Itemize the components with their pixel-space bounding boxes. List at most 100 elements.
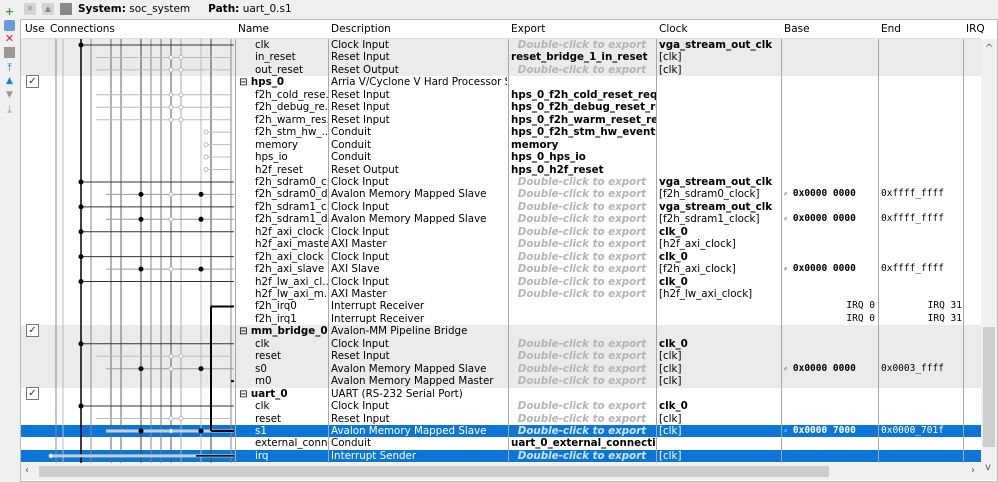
end-address[interactable]: 0xffff_ffff: [881, 213, 963, 225]
export-placeholder[interactable]: Double-click to export: [509, 425, 655, 437]
export-value[interactable]: memory: [511, 139, 656, 151]
collapse-icon[interactable]: ⊟: [239, 325, 251, 337]
clock-value[interactable]: clk_0: [659, 276, 781, 288]
move-down-icon[interactable]: ▼: [4, 90, 15, 101]
clock-value[interactable]: [clk]: [659, 51, 781, 63]
export-placeholder[interactable]: Double-click to export: [509, 251, 655, 263]
col-divider: [963, 39, 964, 463]
add-icon[interactable]: +: [4, 6, 15, 17]
end-address[interactable]: 0xffff_ffff: [881, 188, 963, 200]
base-address[interactable]: ⸗ 0x0000 7000: [784, 425, 878, 437]
base-address[interactable]: ⸗ 0x0000 0000: [784, 188, 878, 200]
export-placeholder[interactable]: Double-click to export: [509, 213, 655, 225]
clock-value[interactable]: [f2h_sdram0_clock]: [659, 188, 781, 200]
use-checkbox[interactable]: ✓: [26, 386, 39, 400]
remove-icon[interactable]: ✕: [4, 33, 15, 44]
clock-value[interactable]: [clk]: [659, 363, 781, 375]
clock-value[interactable]: vga_stream_out_clk: [659, 176, 781, 188]
export-placeholder[interactable]: Double-click to export: [509, 39, 655, 51]
export-placeholder[interactable]: Double-click to export: [509, 238, 655, 250]
col-base[interactable]: Base: [784, 23, 810, 35]
export-placeholder[interactable]: Double-click to export: [509, 413, 655, 425]
description: Clock Input: [331, 175, 389, 188]
clock-value[interactable]: [h2f_axi_clock]: [659, 238, 781, 250]
export-placeholder[interactable]: Double-click to export: [509, 338, 655, 350]
export-value[interactable]: uart_0_external_connection: [511, 437, 656, 449]
export-placeholder[interactable]: Double-click to export: [509, 276, 655, 288]
maximize-icon[interactable]: ▲: [42, 3, 54, 15]
interface-name: f2h_sdram0_d...: [255, 188, 329, 201]
export-placeholder[interactable]: Double-click to export: [509, 226, 655, 238]
export-placeholder[interactable]: Double-click to export: [509, 64, 655, 76]
add-connection-icon[interactable]: [4, 20, 15, 31]
scroll-left-icon[interactable]: ‹: [25, 465, 29, 476]
clock-value[interactable]: [clk]: [659, 64, 781, 76]
export-value[interactable]: hps_0_h2f_reset: [511, 164, 656, 176]
export-value[interactable]: hps_0_f2h_stm_hw_events: [511, 126, 656, 138]
col-name[interactable]: Name: [238, 23, 269, 35]
export-placeholder[interactable]: Double-click to export: [509, 400, 655, 412]
export-value[interactable]: hps_0_f2h_warm_reset_req: [511, 114, 656, 126]
export-placeholder[interactable]: Double-click to export: [509, 450, 655, 462]
clock-value[interactable]: [clk]: [659, 413, 781, 425]
use-checkbox[interactable]: ✓: [26, 324, 39, 338]
clock-value[interactable]: vga_stream_out_clk: [659, 201, 781, 213]
export-placeholder[interactable]: Double-click to export: [509, 188, 655, 200]
col-end[interactable]: End: [881, 23, 901, 35]
export-value[interactable]: hps_0_f2h_cold_reset_req: [511, 89, 656, 101]
export-placeholder[interactable]: Double-click to export: [509, 375, 655, 387]
end-address[interactable]: 0x0003_ffff: [881, 363, 963, 375]
end-address[interactable]: 0x0000_701f: [881, 425, 963, 437]
description: Clock Input: [331, 400, 389, 413]
base-address[interactable]: ⸗ 0x0000 0000: [784, 213, 878, 225]
export-placeholder[interactable]: Double-click to export: [509, 363, 655, 375]
export-placeholder[interactable]: Double-click to export: [509, 350, 655, 362]
clock-value[interactable]: [clk]: [659, 425, 781, 437]
connections-graph[interactable]: [46, 39, 236, 463]
collapse-icon[interactable]: ⊟: [239, 76, 251, 88]
clock-value[interactable]: [f2h_axi_clock]: [659, 263, 781, 275]
use-checkbox[interactable]: ✓: [26, 75, 39, 89]
end-address[interactable]: 0xffff_ffff: [881, 263, 963, 275]
scroll-right-icon[interactable]: ›: [971, 465, 975, 476]
export-placeholder[interactable]: Double-click to export: [509, 176, 655, 188]
collapse-icon[interactable]: ⊟: [239, 388, 251, 400]
horizontal-scroll-thumb[interactable]: [39, 466, 829, 477]
export-value[interactable]: hps_0_hps_io: [511, 151, 656, 163]
export-placeholder[interactable]: Double-click to export: [509, 263, 655, 275]
base-address[interactable]: ⸗ 0x0000 0000: [784, 263, 878, 275]
col-description[interactable]: Description: [331, 23, 391, 35]
col-clock[interactable]: Clock: [659, 23, 688, 35]
vertical-scrollbar[interactable]: ^ v: [981, 39, 997, 480]
base-address[interactable]: ⸗ 0x0000 0000: [784, 363, 878, 375]
col-connections[interactable]: Connections: [50, 23, 115, 35]
horizontal-scrollbar[interactable]: ‹ ›: [21, 463, 981, 480]
col-use[interactable]: Use: [25, 23, 45, 35]
clock-value[interactable]: clk_0: [659, 400, 781, 412]
close-icon[interactable]: ✕: [24, 3, 36, 15]
scroll-up-icon[interactable]: ^: [985, 43, 993, 54]
move-top-icon[interactable]: ⤒: [4, 62, 15, 73]
clock-value[interactable]: clk_0: [659, 338, 781, 350]
vertical-scroll-thumb[interactable]: [983, 327, 995, 447]
move-bottom-icon[interactable]: ⤓: [4, 104, 15, 115]
clock-value[interactable]: clk_0: [659, 226, 781, 238]
export-value[interactable]: reset_bridge_1_in_reset: [511, 51, 656, 63]
scroll-down-icon[interactable]: v: [985, 462, 991, 473]
col-divider: [656, 39, 657, 463]
clock-value[interactable]: [clk]: [659, 375, 781, 387]
clock-value[interactable]: clk_0: [659, 251, 781, 263]
move-up-icon[interactable]: ▲: [4, 76, 15, 87]
export-placeholder[interactable]: Double-click to export: [509, 288, 655, 300]
lock-icon: ⸗: [784, 213, 793, 225]
col-export[interactable]: Export: [511, 23, 545, 35]
clock-value[interactable]: vga_stream_out_clk: [659, 39, 781, 51]
clock-value[interactable]: [h2f_lw_axi_clock]: [659, 288, 781, 300]
clock-value[interactable]: [f2h_sdram1_clock]: [659, 213, 781, 225]
edit-icon[interactable]: [4, 47, 15, 58]
col-irq[interactable]: IRQ: [966, 23, 985, 35]
export-value[interactable]: hps_0_f2h_debug_reset_req: [511, 101, 656, 113]
export-placeholder[interactable]: Double-click to export: [509, 201, 655, 213]
clock-value[interactable]: [clk]: [659, 350, 781, 362]
clock-value[interactable]: [clk]: [659, 450, 781, 462]
